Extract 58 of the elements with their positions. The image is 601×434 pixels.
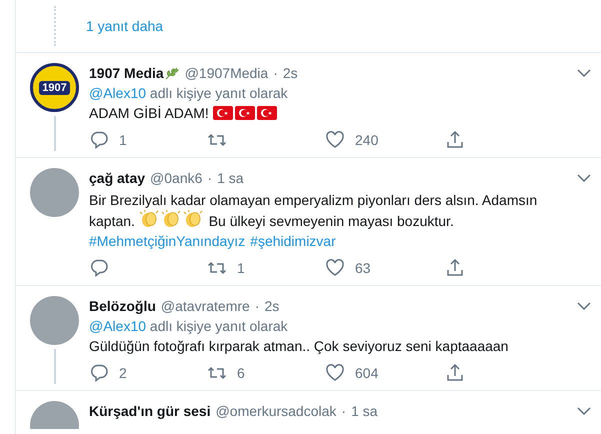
separator-dot: · (273, 65, 278, 81)
user-name[interactable]: Kürşad'ın gür sesi (89, 403, 211, 419)
reply-count: 1 (119, 132, 127, 148)
thread-line (54, 116, 56, 151)
chevron-down-icon (577, 69, 591, 77)
mention-link[interactable]: @Alex10 (89, 318, 146, 334)
reply-icon[interactable] (89, 363, 109, 383)
chevron-down-icon (577, 302, 591, 310)
retweet-count: 1 (237, 260, 245, 276)
user-handle: @atavratemre (160, 298, 250, 314)
clapping-hands-icon (160, 210, 181, 228)
separator-dot: · (207, 170, 212, 186)
heart-icon[interactable] (325, 258, 345, 278)
share-icon[interactable] (445, 363, 465, 383)
retweet-count: 6 (237, 365, 245, 381)
tweet-text: Güldüğün fotoğrafı kırparak atman.. Çok seviyoruz seni kaptaaaaan (89, 337, 510, 356)
like-count: 604 (355, 365, 378, 381)
separator-dot: · (341, 403, 346, 419)
tweet-time[interactable]: 2s (264, 298, 280, 314)
hashtag-link[interactable]: #MehmetçiğinYanındayız (89, 231, 246, 251)
reply-icon[interactable] (89, 258, 109, 278)
reply-icon[interactable] (89, 130, 109, 150)
user-name[interactable]: çağ atay (89, 170, 146, 186)
more-replies-link[interactable]: 1 yanıt daha (86, 18, 164, 34)
tweet-text: Bir Brezilyalı kadar olamayan emperyalizm piyonları ders alsın. Adamsın kaptan. Bu ülkeyi sevmeyenin mayası bozuktur. (89, 191, 538, 231)
share-icon[interactable] (445, 258, 465, 278)
leaf-icon (164, 65, 180, 81)
tweet-text: ADAM GİBİ ADAM! (89, 103, 559, 123)
user-name[interactable]: Belözoğlu (89, 298, 156, 314)
hashtag-link[interactable]: #şehidimizvar (250, 231, 336, 251)
clapping-hands-icon (182, 210, 203, 228)
heart-icon[interactable] (325, 130, 345, 150)
flag-icon (234, 106, 255, 120)
tweet-time[interactable]: 1 sa (217, 170, 244, 186)
reply-count: 2 (119, 365, 127, 381)
mention-link[interactable]: @Alex10 (89, 85, 146, 101)
like-count: 240 (355, 132, 378, 148)
logo-text: 1907 (39, 80, 70, 94)
avatar-placeholder (30, 296, 79, 345)
reply-context: @Alex10 adlı kişiye yanıt olarak (89, 85, 289, 101)
share-icon[interactable] (445, 130, 465, 150)
chevron-down-icon (577, 407, 591, 415)
user-handle: @1907Media (184, 65, 268, 81)
clapping-hands-icon (138, 210, 159, 228)
like-count: 63 (355, 260, 371, 276)
user-name[interactable]: 1907 Media (89, 65, 164, 81)
thread-line (54, 349, 56, 384)
flag-icon (212, 106, 233, 120)
tweet-time[interactable]: 2s (282, 65, 298, 81)
flag-icon (256, 106, 277, 120)
user-handle: @0ank6 (150, 170, 202, 186)
tweet-time[interactable]: 1 sa (351, 403, 378, 419)
reply-context: @Alex10 adlı kişiye yanıt olarak (89, 318, 289, 334)
avatar-placeholder (30, 168, 79, 217)
chevron-down-icon (577, 174, 591, 182)
user-handle: @omerkursadcolak (216, 403, 336, 419)
heart-icon[interactable] (325, 363, 345, 383)
separator-dot: · (254, 298, 260, 314)
